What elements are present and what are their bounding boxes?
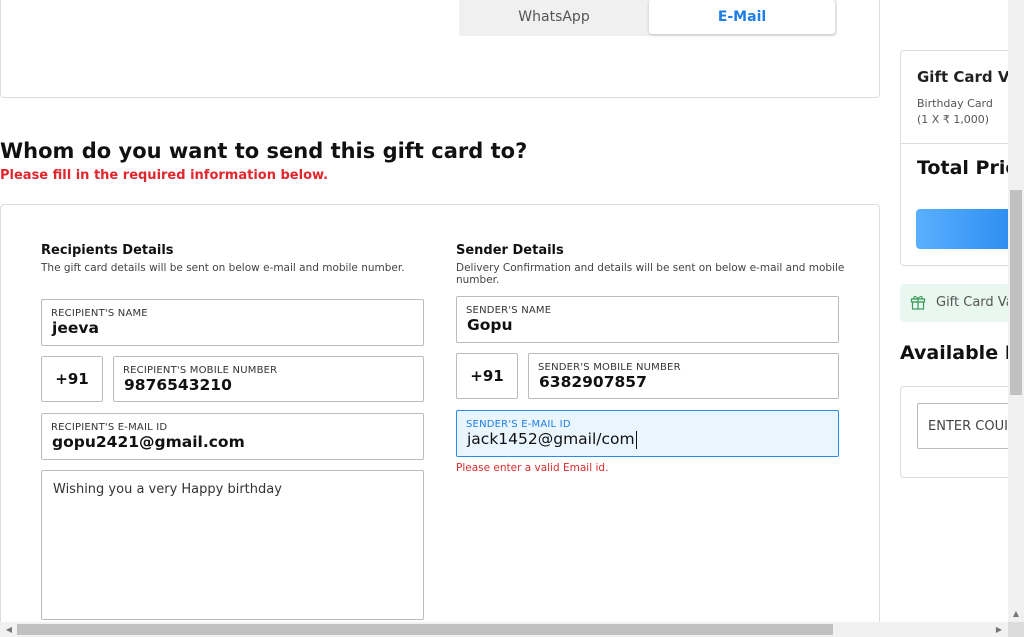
required-note: Please fill in the required information … [0,168,329,183]
summary-item-detail: (1 X ₹ 1,000) [917,113,990,126]
recipient-section-title: Recipients Details [41,243,174,258]
coupon-card: ENTER COUI [900,386,1012,478]
recipient-mobile-label: RECIPIENT'S MOBILE NUMBER [123,365,278,376]
text-caret [635,430,637,449]
summary-divider [901,143,1011,144]
sender-email-label: SENDER'S E-MAIL ID [466,419,571,430]
coupon-placeholder: ENTER COUI [928,419,1008,434]
recipient-email-value[interactable]: gopu2421@gmail.com [52,433,245,451]
proceed-button[interactable] [916,209,1011,249]
gift-icon [910,295,926,310]
arrow-right-icon[interactable]: ▶ [992,622,1006,637]
sender-email-error: Please enter a valid Email id. [456,462,609,474]
coupon-input[interactable]: ENTER COUI [917,403,1011,449]
horizontal-scrollbar-thumb[interactable] [17,624,833,635]
recipient-name-field[interactable]: RECIPIENT'S NAME jeeva [41,299,424,346]
email-tab[interactable]: E-Mail [649,0,835,34]
sender-mobile-field[interactable]: SENDER'S MOBILE NUMBER 6382907857 [528,353,839,399]
arrow-left-icon[interactable]: ◀ [2,622,16,637]
gift-card-pill-label: Gift Card Va [936,295,1010,310]
summary-item-name: Birthday Card [917,97,993,110]
order-summary-card: Gift Card Val Birthday Card (1 X ₹ 1,000… [900,50,1012,266]
sender-email-input[interactable]: jack1452@gmail/com [467,430,637,449]
sender-mobile-value[interactable]: 6382907857 [539,373,647,391]
scrollbar-corner [1008,622,1024,637]
delivery-method-toggle: WhatsApp E-Mail [459,0,837,36]
recipient-email-field[interactable]: RECIPIENT'S E-MAIL ID gopu2421@gmail.com [41,413,424,460]
recipient-mobile-field[interactable]: RECIPIENT'S MOBILE NUMBER 9876543210 [113,356,424,402]
recipient-email-label: RECIPIENT'S E-MAIL ID [51,422,168,433]
recipient-country-code[interactable]: +91 [41,356,103,402]
page-heading: Whom do you want to send this gift card … [0,139,528,163]
summary-title: Gift Card Val [917,68,1011,86]
recipient-name-value[interactable]: jeeva [52,319,99,337]
arrow-up-icon[interactable]: ▲ [1008,606,1024,622]
sender-section-description: Delivery Confirmation and details will b… [456,262,845,286]
recipient-section-description: The gift card details will be sent on be… [41,262,405,274]
whatsapp-tab[interactable]: WhatsApp [459,0,649,34]
sender-name-field[interactable]: SENDER'S NAME Gopu [456,296,839,343]
sender-email-value: jack1452@gmail/com [467,430,635,448]
sender-mobile-label: SENDER'S MOBILE NUMBER [538,362,681,373]
gift-card-pill[interactable]: Gift Card Va [900,284,1010,322]
sender-country-code[interactable]: +91 [456,353,518,399]
gift-message-textarea[interactable]: Wishing you a very Happy birthday [41,470,424,620]
sender-name-label: SENDER'S NAME [466,305,552,316]
vertical-scrollbar-thumb[interactable] [1010,190,1022,395]
sender-section-title: Sender Details [456,243,564,258]
available-discounts-heading: Available Di [900,342,1024,364]
recipient-mobile-value[interactable]: 9876543210 [124,376,232,394]
sender-email-field[interactable]: SENDER'S E-MAIL ID jack1452@gmail/com [456,410,839,457]
total-price-label: Total Price [917,157,1011,179]
sender-name-value[interactable]: Gopu [467,316,513,334]
recipient-name-label: RECIPIENT'S NAME [51,308,148,319]
